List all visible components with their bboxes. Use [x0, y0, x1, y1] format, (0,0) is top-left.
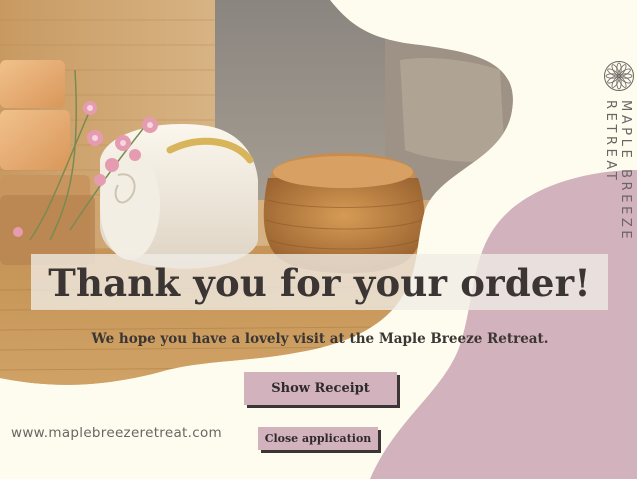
order-confirmation-screen: MAPLE BREEZE RETREAT Thank you for your …	[0, 0, 637, 479]
close-application-button[interactable]: Close application	[258, 427, 378, 450]
subtitle: We hope you have a lovely visit at the M…	[91, 331, 549, 347]
website-url: www.maplebreezeretreat.com	[11, 425, 222, 441]
flower-mandala-icon	[604, 61, 634, 91]
page-title: Thank you for your order!	[48, 261, 591, 305]
background-art	[0, 0, 637, 479]
show-receipt-button[interactable]: Show Receipt	[244, 372, 397, 405]
